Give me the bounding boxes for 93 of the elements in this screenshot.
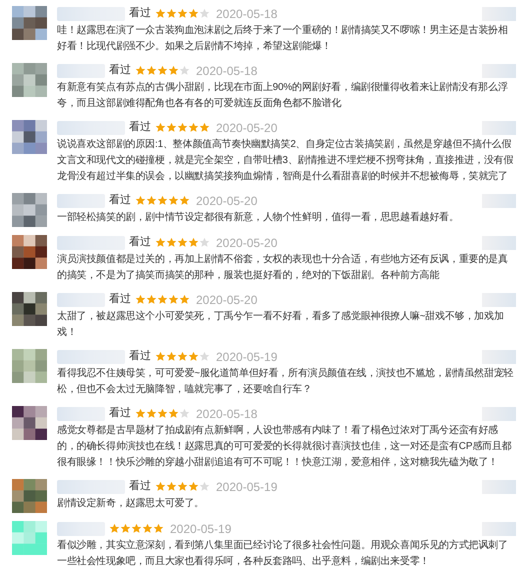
review-date: 2020-05-18 — [196, 406, 258, 422]
star-filled-icon — [157, 408, 168, 419]
review-text: 说说喜欢这部剧的原因:1、整体颜值高节奏快幽默搞笑2、自身定位古装搞笑剧，虽然是穿越但不搞什么假文言文和现代文的碰撞梗，就是完全架空，自带吐槽3、剧情推进不埋烂梗不拐弯抹角，直接推进，没有假龙骨没有超过半集的误会，以幽默搞笑接狗血煽情，智商是什么看甜喜剧的时候并不想被侮辱，笑就完了 — [57, 138, 514, 184]
star-filled-icon — [146, 65, 157, 76]
review-date: 2020-05-19 — [216, 478, 278, 496]
watch-status: 看过 — [109, 193, 131, 208]
review-text: 太甜了，被赵露思这个小可爱笑死，丁禹兮乍一看不好看，看多了感觉眼神很撩人嘛~甜戏不够，加戏加戏！ — [57, 310, 505, 340]
review-text: 剧情设定新奇，赵露思太可爱了。 — [57, 496, 206, 511]
star-filled-icon — [155, 481, 166, 492]
star-filled-icon — [199, 122, 210, 133]
star-filled-icon — [168, 294, 179, 305]
star-filled-icon — [155, 237, 166, 248]
star-filled-icon — [166, 481, 177, 492]
review-date: 2020-05-18 — [216, 6, 278, 22]
star-filled-icon — [177, 237, 188, 248]
blurred-mark — [482, 292, 516, 306]
star-filled-icon — [188, 237, 199, 248]
watch-status: 看过 — [129, 120, 151, 136]
star-filled-icon — [146, 195, 157, 206]
blurred-mark — [482, 522, 516, 536]
blurred-username — [57, 64, 105, 78]
star-filled-icon — [146, 294, 157, 305]
blurred-mark — [482, 194, 516, 208]
star-filled-icon — [188, 8, 199, 19]
star-filled-icon — [153, 523, 164, 534]
star-filled-icon — [155, 122, 166, 133]
star-filled-icon — [177, 351, 188, 362]
star-filled-icon — [188, 351, 199, 362]
blurred-username — [57, 194, 105, 208]
watch-status: 看过 — [109, 63, 131, 78]
watch-status: 看过 — [109, 406, 131, 422]
review-date: 2020-05-20 — [216, 234, 278, 252]
star-filled-icon — [166, 122, 177, 133]
blurred-mark — [482, 64, 516, 78]
blurred-username — [57, 6, 125, 20]
review-text: 有新意有笑点有苏点的古偶小甜剧，比现在市面上90%的网剧好看，编剧很懂得收着来让剧情没有那么浮夸，而且这部剧难得配角也各有各的可爱就连反面角色都不脸谱化 — [57, 80, 509, 111]
watch-status: 看过 — [129, 6, 151, 22]
star-filled-icon — [179, 195, 190, 206]
star-filled-icon — [177, 122, 188, 133]
star-filled-icon — [109, 523, 120, 534]
star-filled-icon — [166, 8, 177, 19]
blurred-username — [57, 480, 125, 494]
watch-status: 看过 — [129, 235, 151, 250]
star-filled-icon — [135, 65, 146, 76]
star-filled-icon — [168, 408, 179, 419]
review-date: 2020-05-20 — [216, 120, 278, 136]
star-filled-icon — [135, 408, 146, 419]
star-filled-icon — [135, 195, 146, 206]
star-filled-icon — [168, 195, 179, 206]
star-filled-icon — [166, 237, 177, 248]
review-date: 2020-05-20 — [196, 292, 258, 308]
star-filled-icon — [188, 481, 199, 492]
star-filled-icon — [135, 294, 146, 305]
star-filled-icon — [131, 523, 142, 534]
review-text: 感觉女尊都是古早题材了拍成剧有点新鲜啊，人设也带感有内味了！看了榻色过浓对丁禹兮还蛮有好感的，的确长得帅演技也在线！赵露思真的可可爱爱的长得就很讨喜演技也佳，这一对还是蛮有CP感而且都很有眼缘！！快乐沙雕的穿越小甜剧追追有可不可呢！！快意江湖，爱意相伴，这对糖我先磕为敬了！ — [57, 424, 512, 470]
review-date: 2020-05-19 — [216, 348, 278, 366]
star-filled-icon — [146, 408, 157, 419]
blurred-mark — [482, 406, 516, 420]
review-date: 2020-05-19 — [170, 520, 232, 538]
star-filled-icon — [155, 8, 166, 19]
review-date: 2020-05-20 — [196, 192, 258, 210]
review-text: 演员演技颜值都是过关的，再加上剧情不俗套，女权的表现也十分合适，有些地方还有反讽，重要的是真的搞笑，不是为了搞笑而搞笑的那种，服装也挺好看的，绝对的下饭甜剧。各种前方高能 — [57, 252, 509, 283]
star-filled-icon — [157, 294, 168, 305]
review-text: 看似沙雕，其实立意深刻，看到第八集里面已经讨论了很多社会性问题。用观众喜闻乐见的方式把讽刺了一些社会性现象吧，而且大家也看得乐呵，各种反套路吗、出乎意料，编剧出来受零！ — [57, 538, 509, 569]
blurred-username — [57, 522, 105, 536]
star-filled-icon — [142, 523, 153, 534]
blurred-mark — [482, 480, 516, 494]
review-date: 2020-05-18 — [196, 62, 258, 80]
star-filled-icon — [157, 195, 168, 206]
star-filled-icon — [166, 351, 177, 362]
star-filled-icon — [177, 481, 188, 492]
star-filled-icon — [179, 294, 190, 305]
blurred-username — [57, 120, 125, 134]
star-filled-icon — [177, 8, 188, 19]
star-filled-icon — [155, 351, 166, 362]
blurred-mark — [482, 120, 516, 134]
star-filled-icon — [168, 65, 179, 76]
review-text: 看得我忍不住姨母笑，可可爱爱~服化道简单但好看，所有演员颜值在线，演技也不尴尬，剧情虽然甜宠轻松，但也不会太过无脑降智，嗑就完事了，还要啥自行车？ — [57, 366, 514, 397]
blurred-mark — [482, 350, 516, 364]
blurred-mark — [482, 6, 516, 20]
watch-status: 看过 — [109, 292, 131, 308]
blurred-mark — [482, 236, 516, 250]
star-filled-icon — [120, 523, 131, 534]
blurred-username — [57, 350, 125, 364]
review-text: 一部轻松搞笑的剧，剧中情节设定都很有新意，人物个性鲜明，值得一看，思思越看越好看。 — [57, 210, 460, 225]
blurred-username — [57, 236, 125, 250]
watch-status: 看过 — [129, 479, 151, 494]
blurred-username — [57, 406, 105, 420]
blurred-username — [57, 292, 105, 306]
star-filled-icon — [188, 122, 199, 133]
watch-status: 看过 — [129, 349, 151, 364]
star-filled-icon — [157, 65, 168, 76]
review-text: 哇！赵露思在演了一众古装狗血泡沫剧之后终于来了一个重磅的！剧情搞笑又不啰嗦！男主还是古装扮相好看！比现代剧强不少。如果之后剧情不垮掉，希望这剧能爆！ — [57, 24, 509, 54]
